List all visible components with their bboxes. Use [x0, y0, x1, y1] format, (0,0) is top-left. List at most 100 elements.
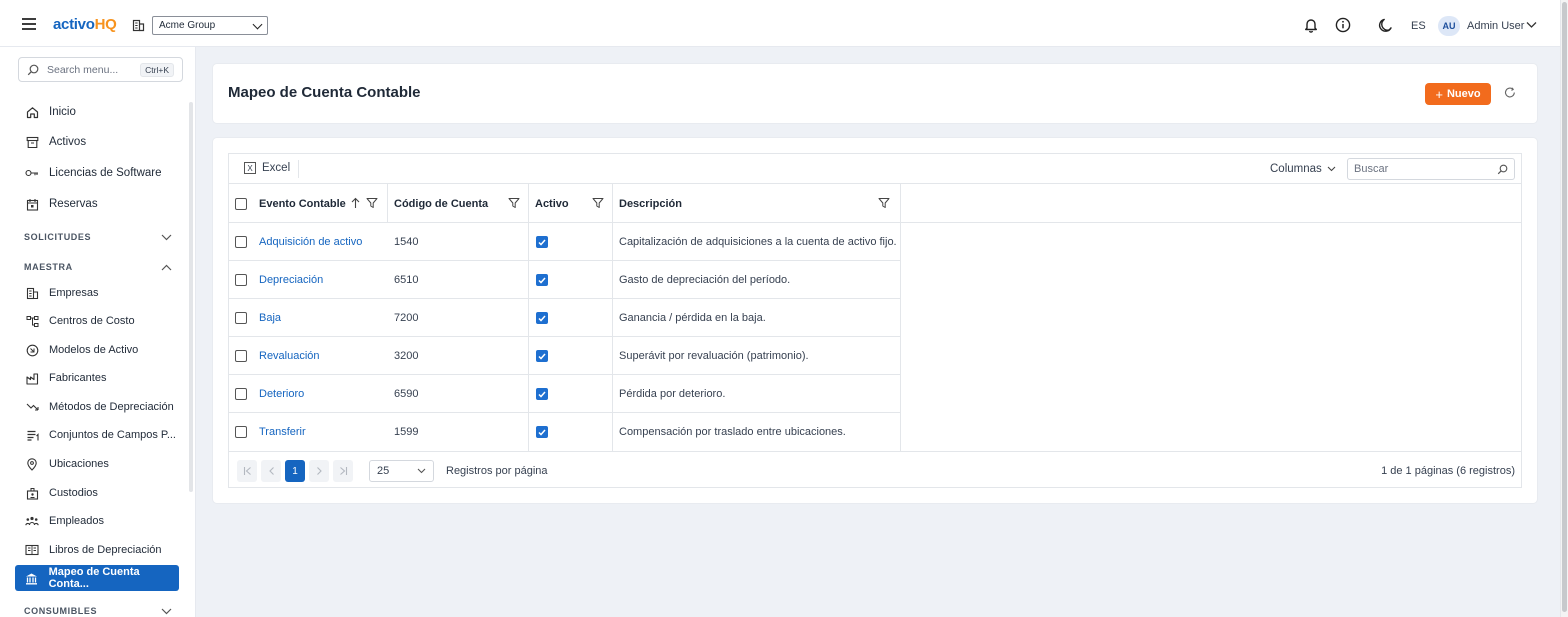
row-checkbox[interactable]	[235, 426, 247, 438]
page-size-select[interactable]: 25	[369, 460, 434, 482]
menu-icon[interactable]	[20, 16, 38, 32]
active-cell	[529, 337, 613, 375]
check-icon	[538, 429, 546, 436]
grid-toolbar: X Excel Columnas	[229, 154, 1521, 184]
toolbar-divider	[298, 160, 299, 178]
table-row[interactable]: Adquisición de activo 1540 Capitalizació…	[229, 223, 901, 261]
event-cell: Deterioro	[253, 375, 388, 413]
moon-icon[interactable]	[1378, 17, 1393, 33]
event-cell: Revaluación	[253, 337, 388, 375]
sidebar-item-ubicaciones[interactable]: Ubicaciones	[15, 451, 179, 477]
table-row[interactable]: Baja 7200 Ganancia / pérdida en la baja.	[229, 299, 901, 337]
app-logo[interactable]: activoHQ	[53, 16, 117, 33]
sidebar-item-activos[interactable]: Activos	[15, 129, 179, 155]
table-card: X Excel Columnas Evento Contable	[213, 138, 1537, 503]
first-page-button[interactable]	[237, 460, 257, 482]
chevron-last-icon	[339, 467, 347, 475]
chevron-down-icon[interactable]	[1526, 21, 1537, 29]
sidebar-item-inicio[interactable]: Inicio	[15, 99, 179, 125]
sidebar-scrollbar[interactable]	[189, 102, 193, 492]
organization-select[interactable]: Acme Group	[152, 16, 268, 35]
filter-icon[interactable]	[366, 197, 378, 209]
row-checkbox[interactable]	[235, 350, 247, 362]
active-checkbox[interactable]	[536, 274, 548, 286]
sidebar-item-custodios[interactable]: Custodios	[15, 480, 179, 506]
sidebar-item-empresas[interactable]: Empresas	[15, 280, 179, 306]
row-checkbox[interactable]	[235, 236, 247, 248]
page-number-button[interactable]: 1	[285, 460, 305, 482]
avatar[interactable]: AU	[1438, 16, 1460, 36]
grid-search-input[interactable]	[1354, 163, 1484, 175]
row-checkbox[interactable]	[235, 388, 247, 400]
account-code-cell: 6590	[388, 375, 529, 413]
event-link[interactable]: Depreciación	[259, 274, 323, 286]
org-chart-icon	[25, 314, 39, 328]
section-maestra[interactable]: MAESTRA	[24, 262, 172, 272]
sidebar-item-licencias[interactable]: Licencias de Software	[15, 160, 179, 186]
event-link[interactable]: Transferir	[259, 426, 306, 438]
table-row[interactable]: Revaluación 3200 Superávit por revaluaci…	[229, 337, 901, 375]
table-header: Evento Contable Código de Cuenta Activo …	[229, 184, 1521, 223]
event-link[interactable]: Baja	[259, 312, 281, 324]
active-checkbox[interactable]	[536, 236, 548, 248]
row-checkbox[interactable]	[235, 312, 247, 324]
active-checkbox[interactable]	[536, 426, 548, 438]
new-button[interactable]: + Nuevo	[1425, 83, 1491, 105]
header-activo[interactable]: Activo	[529, 184, 613, 223]
check-icon	[538, 315, 546, 322]
table-row[interactable]: Transferir 1599 Compensación por traslad…	[229, 413, 901, 451]
search-icon[interactable]	[1497, 164, 1508, 175]
table-row[interactable]: Depreciación 6510 Gasto de depreciación …	[229, 261, 901, 299]
row-checkbox[interactable]	[235, 274, 247, 286]
sidebar-item-metodos-de-depreciacion[interactable]: Métodos de Depreciación	[15, 394, 179, 420]
account-code-cell: 6510	[388, 261, 529, 299]
active-checkbox[interactable]	[536, 350, 548, 362]
top-bar: activoHQ Acme Group ES AU Admin User	[0, 0, 1560, 47]
info-icon[interactable]	[1335, 17, 1351, 33]
filter-icon[interactable]	[878, 197, 890, 209]
bell-icon[interactable]	[1304, 17, 1318, 33]
sidebar-item-fabricantes[interactable]: Fabricantes	[15, 365, 179, 391]
next-page-button[interactable]	[309, 460, 329, 482]
active-checkbox[interactable]	[536, 388, 548, 400]
header-codigo-de-cuenta[interactable]: Código de Cuenta	[388, 184, 529, 223]
sidebar-item-centros-de-costo[interactable]: Centros de Costo	[15, 308, 179, 334]
table-row[interactable]: Deterioro 6590 Pérdida por deterioro.	[229, 375, 901, 413]
check-icon	[538, 239, 546, 246]
sidebar-item-empleados[interactable]: Empleados	[15, 508, 179, 534]
sidebar-item-reservas[interactable]: Reservas	[15, 191, 179, 217]
sidebar-item-modelos-de-activo[interactable]: Modelos de Activo	[15, 337, 179, 363]
filter-icon[interactable]	[592, 197, 604, 209]
scrollbar-thumb[interactable]	[1562, 2, 1567, 612]
sort-ascending-icon[interactable]	[351, 197, 360, 209]
section-solicitudes[interactable]: SOLICITUDES	[24, 232, 172, 242]
active-checkbox[interactable]	[536, 312, 548, 324]
section-consumibles[interactable]: CONSUMIBLES	[24, 606, 172, 616]
page-scrollbar[interactable]	[1560, 0, 1568, 617]
row-select-cell	[229, 337, 253, 375]
prev-page-button[interactable]	[261, 460, 281, 482]
language-toggle[interactable]: ES	[1411, 20, 1426, 32]
description-cell: Compensación por traslado entre ubicacio…	[613, 413, 901, 451]
filter-icon[interactable]	[508, 197, 520, 209]
last-page-button[interactable]	[333, 460, 353, 482]
event-link[interactable]: Adquisición de activo	[259, 236, 362, 248]
sidebar-item-libros-de-depreciacion[interactable]: Libros de Depreciación	[15, 537, 179, 563]
event-link[interactable]: Revaluación	[259, 350, 320, 362]
account-code-cell: 7200	[388, 299, 529, 337]
export-excel-button[interactable]: X Excel	[244, 162, 290, 174]
sidebar-item-conjuntos-de-campos[interactable]: Conjuntos de Campos P...	[15, 422, 179, 448]
calendar-icon	[25, 197, 39, 211]
building-icon	[25, 286, 39, 300]
event-link[interactable]: Deterioro	[259, 388, 304, 400]
columns-button[interactable]: Columnas	[1270, 163, 1336, 175]
header-evento-contable[interactable]: Evento Contable	[253, 184, 388, 223]
select-all-checkbox[interactable]	[235, 197, 247, 210]
refresh-icon[interactable]	[1504, 87, 1516, 99]
header-descripcion[interactable]: Descripción	[613, 184, 901, 223]
user-name[interactable]: Admin User	[1467, 20, 1524, 32]
account-code-cell: 1599	[388, 413, 529, 451]
sidebar-item-mapeo-de-cuenta-contable[interactable]: Mapeo de Cuenta Conta...	[15, 565, 179, 591]
menu-search-input[interactable]: Search menu... Ctrl+K	[18, 57, 183, 82]
model-icon	[25, 343, 39, 357]
